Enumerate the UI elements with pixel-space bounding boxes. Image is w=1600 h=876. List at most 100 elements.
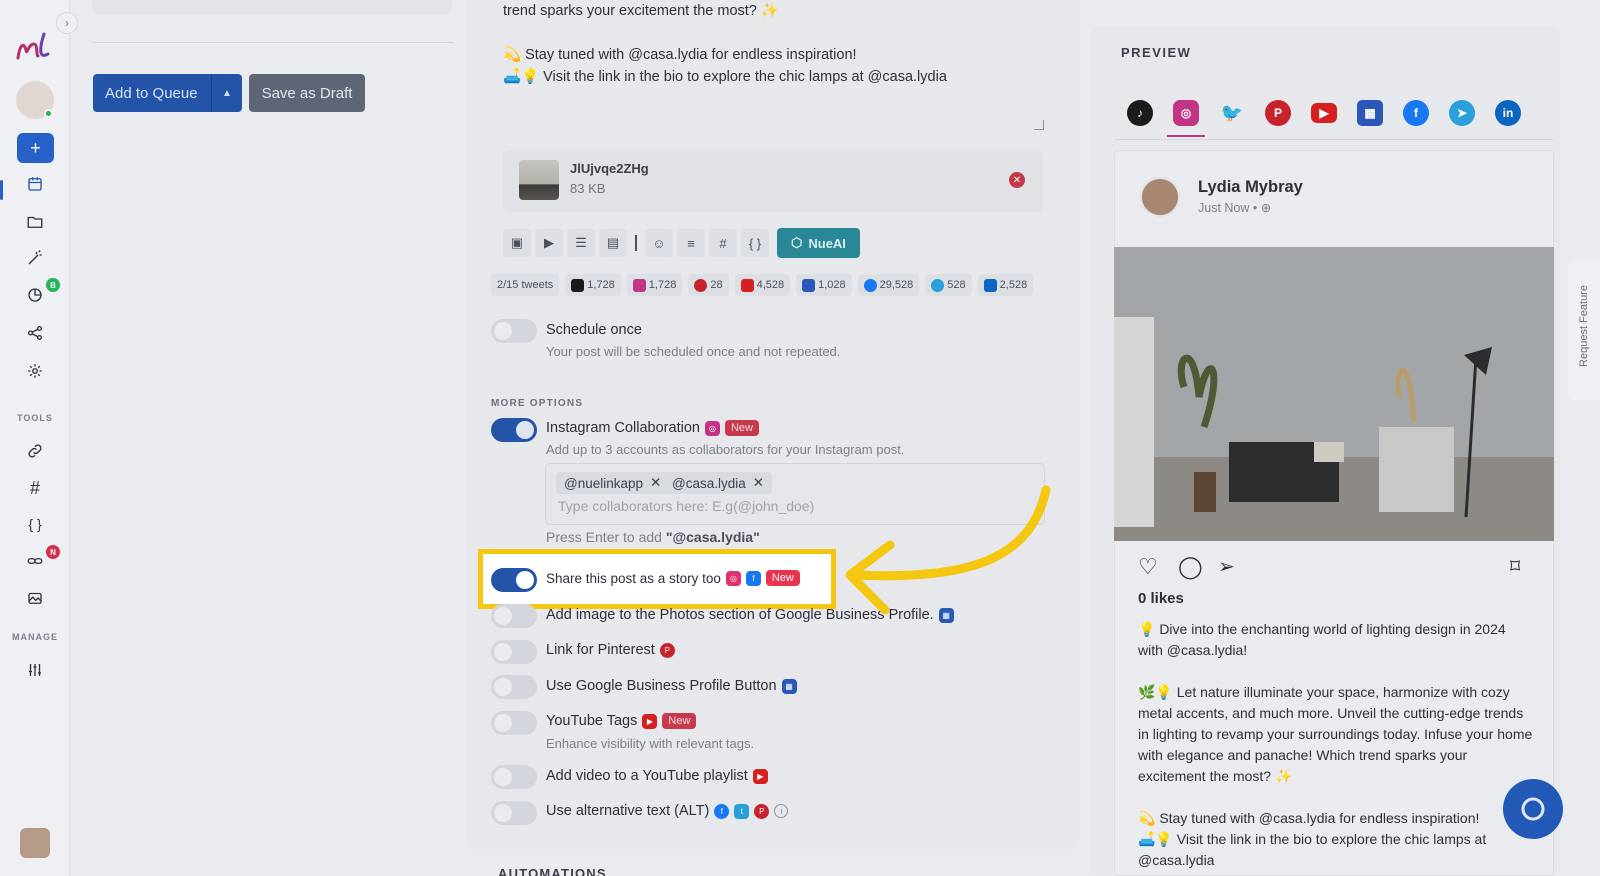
magic-wand-icon[interactable] bbox=[21, 244, 49, 272]
manage-section-label: MANAGE bbox=[12, 632, 58, 642]
request-feature-tab[interactable]: Request Feature bbox=[1568, 260, 1600, 400]
sliders-icon[interactable] bbox=[21, 656, 49, 684]
share-icon[interactable] bbox=[21, 319, 49, 347]
cube-icon: ⬡ bbox=[791, 235, 803, 250]
tiktok-icon[interactable]: ♪ bbox=[1127, 100, 1153, 126]
youtube-playlist-option: Add video to a YouTube playlist ▶ bbox=[546, 768, 768, 784]
instagram-icon[interactable]: ◎ bbox=[1167, 100, 1205, 137]
youtube-icon[interactable]: ▶ bbox=[1311, 103, 1337, 123]
callout-arrow bbox=[845, 485, 1051, 615]
post-editor[interactable]: trend sparks your excitement the most? ✨… bbox=[503, 0, 1063, 88]
image-icon[interactable]: ▣ bbox=[503, 229, 531, 257]
caption-paragraph: 🌿💡 Let nature illuminate your space, har… bbox=[1138, 684, 1533, 784]
add-to-queue-button[interactable]: Add to Queue ▲ bbox=[93, 74, 242, 112]
emoji-icon[interactable]: ☺ bbox=[645, 229, 673, 257]
toolbar-separator bbox=[635, 235, 637, 251]
media-library-icon[interactable]: ▤ bbox=[599, 229, 627, 257]
instagram-collaboration-toggle[interactable] bbox=[491, 418, 537, 442]
folder-icon[interactable] bbox=[21, 208, 49, 236]
tiktok-counter: 1,728 bbox=[565, 274, 621, 296]
pinterest-link-option: Link for Pinterest P bbox=[546, 642, 675, 658]
editor-resize-handle[interactable] bbox=[1034, 120, 1044, 130]
sidebar: › + B TOOLS # { } N MANAGE bbox=[0, 0, 78, 876]
braces-icon[interactable]: { } bbox=[21, 510, 49, 538]
queue-options-chevron-icon[interactable]: ▲ bbox=[211, 74, 242, 112]
settings-gear-icon[interactable] bbox=[21, 357, 49, 385]
save-as-draft-button[interactable]: Save as Draft bbox=[249, 74, 365, 112]
bookmark-icon[interactable]: ⌑ bbox=[1510, 554, 1520, 579]
youtube-tags-option: YouTube Tags ▶ New bbox=[546, 713, 697, 729]
nueai-button[interactable]: ⬡ NueAI bbox=[777, 228, 860, 258]
send-icon[interactable]: ➢ bbox=[1218, 554, 1235, 579]
left-top-card bbox=[92, 0, 452, 14]
links-badge: N bbox=[46, 545, 60, 559]
google-business-icon[interactable]: ▦ bbox=[1357, 100, 1383, 126]
preview-title: PREVIEW bbox=[1121, 45, 1192, 60]
analytics-pie-icon[interactable] bbox=[21, 281, 49, 309]
hashtag-icon[interactable]: # bbox=[709, 229, 737, 257]
pinterest-link-toggle[interactable] bbox=[491, 640, 537, 664]
new-badge: New bbox=[662, 713, 697, 729]
variables-braces-icon[interactable]: { } bbox=[741, 229, 769, 257]
linkedin-icon[interactable]: in bbox=[1495, 100, 1521, 126]
post-author-name: Lydia Mybray bbox=[1198, 178, 1303, 196]
more-options-title: MORE OPTIONS bbox=[491, 398, 584, 409]
youtube-tags-label: YouTube Tags bbox=[546, 713, 638, 729]
document-icon[interactable]: ☰ bbox=[567, 229, 595, 257]
caption-paragraph: 🛋️💡 Visit the link in the bio to explore… bbox=[1138, 831, 1487, 868]
media-thumbnail[interactable] bbox=[519, 160, 559, 200]
youtube-tags-toggle[interactable] bbox=[491, 711, 537, 735]
remove-chip-icon[interactable]: ✕ bbox=[650, 475, 661, 491]
pinterest-link-label: Link for Pinterest bbox=[546, 642, 655, 658]
create-post-button[interactable]: + bbox=[17, 133, 54, 163]
youtube-icon: ▶ bbox=[752, 768, 768, 784]
user-avatar[interactable] bbox=[20, 828, 50, 858]
telegram-counter: 528 bbox=[925, 274, 972, 296]
twitter-icon[interactable]: 🐦 bbox=[1219, 100, 1245, 126]
video-icon[interactable]: ▶ bbox=[535, 229, 563, 257]
left-divider bbox=[92, 42, 454, 43]
editor-line: 💫 Stay tuned with @casa.lydia for endles… bbox=[503, 47, 857, 63]
info-icon[interactable]: i bbox=[774, 804, 789, 818]
chain-link-icon[interactable] bbox=[21, 547, 49, 575]
pinterest-icon: P bbox=[754, 803, 770, 819]
automations-title: AUTOMATIONS bbox=[498, 866, 607, 876]
schedule-once-toggle[interactable] bbox=[491, 319, 537, 343]
chat-support-button[interactable] bbox=[1503, 779, 1563, 839]
text-format-icon[interactable]: ≡ bbox=[677, 229, 705, 257]
room-illustration bbox=[1114, 247, 1554, 541]
post-image bbox=[1114, 247, 1554, 541]
pinterest-icon[interactable]: P bbox=[1265, 100, 1291, 126]
network-tabs: ♪ ◎ 🐦 P ▶ ▦ f ➤ in bbox=[1115, 92, 1553, 140]
gallery-icon[interactable] bbox=[21, 584, 49, 612]
sidebar-collapse-button[interactable]: › bbox=[56, 12, 78, 34]
hashtag-icon[interactable]: # bbox=[21, 474, 49, 502]
add-to-queue-label: Add to Queue bbox=[105, 84, 198, 102]
chat-bubble-icon bbox=[1521, 797, 1545, 821]
post-author-avatar bbox=[1140, 177, 1180, 217]
remove-chip-icon[interactable]: ✕ bbox=[753, 475, 764, 491]
facebook-counter: 29,528 bbox=[857, 274, 920, 296]
editor-toolbar: ▣ ▶ ☰ ▤ ☺ ≡ # { } ⬡ NueAI bbox=[503, 228, 860, 258]
remove-media-icon[interactable]: ✕ bbox=[1009, 172, 1025, 188]
link-icon[interactable] bbox=[21, 437, 49, 465]
gbp-photos-toggle[interactable] bbox=[491, 604, 537, 628]
post-likes: 0 likes bbox=[1138, 590, 1184, 607]
share-as-story-toggle[interactable] bbox=[491, 568, 537, 592]
alt-text-toggle[interactable] bbox=[491, 801, 537, 825]
facebook-icon[interactable]: f bbox=[1403, 100, 1429, 126]
media-filesize: 83 KB bbox=[570, 181, 606, 196]
like-heart-icon[interactable]: ♡ bbox=[1138, 554, 1158, 580]
collaborators-placeholder: Type collaborators here: E.g(@john_doe) bbox=[558, 498, 815, 514]
workspace-avatar[interactable] bbox=[16, 81, 54, 119]
schedule-once-label: Schedule once bbox=[546, 322, 642, 338]
google-business-icon: ▦ bbox=[781, 678, 797, 694]
editor-line: trend sparks your excitement the most? ✨ bbox=[503, 3, 779, 19]
calendar-icon[interactable] bbox=[21, 170, 49, 198]
telegram-icon[interactable]: ➤ bbox=[1449, 100, 1475, 126]
nuelink-logo[interactable] bbox=[14, 30, 56, 66]
facebook-icon: f bbox=[745, 570, 761, 586]
youtube-playlist-toggle[interactable] bbox=[491, 765, 537, 789]
comment-icon[interactable]: ◯ bbox=[1178, 554, 1203, 580]
gbp-button-toggle[interactable] bbox=[491, 675, 537, 699]
